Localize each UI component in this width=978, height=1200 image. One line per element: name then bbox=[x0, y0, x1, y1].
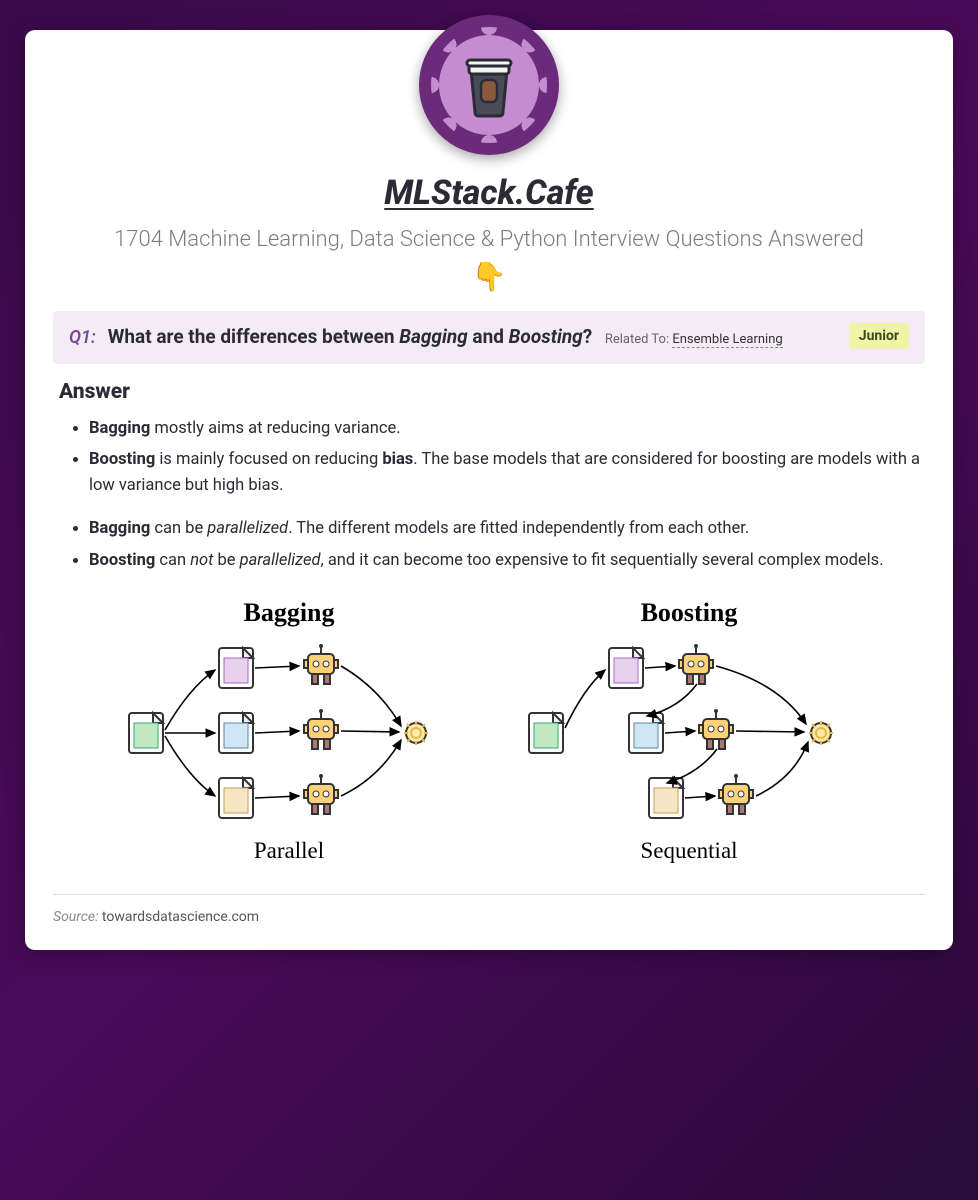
question-bar: Q1: What are the differences between Bag… bbox=[53, 311, 925, 364]
pointing-down-icon: 👇 bbox=[53, 260, 925, 293]
level-badge: Junior bbox=[849, 323, 909, 349]
answer-heading: Answer bbox=[59, 380, 925, 404]
tagline: 1704 Machine Learning, Data Science & Py… bbox=[53, 227, 925, 252]
question-text: What are the differences between Bagging… bbox=[108, 325, 597, 348]
list-item: Boosting can not be parallelized, and it… bbox=[89, 548, 925, 574]
question-number: Q1: bbox=[69, 327, 96, 348]
related-to: Related To: Ensemble Learning bbox=[605, 332, 783, 348]
site-title: MLStack.Cafe bbox=[53, 173, 925, 213]
list-item: Bagging can be parallelized. The differe… bbox=[89, 516, 925, 542]
related-link[interactable]: Ensemble Learning bbox=[672, 332, 782, 348]
bagging-graphic bbox=[119, 638, 459, 828]
boosting-subtitle: Sequential bbox=[519, 838, 859, 864]
source-value: towardsdatascience.com bbox=[102, 909, 259, 925]
logo-badge bbox=[419, 15, 559, 155]
boosting-graphic bbox=[519, 638, 859, 828]
source-line: Source: towardsdatascience.com bbox=[53, 909, 925, 925]
bagging-diagram: Bagging bbox=[119, 598, 459, 864]
answer-list-2: Bagging can be parallelized. The differe… bbox=[89, 516, 925, 573]
boosting-title: Boosting bbox=[519, 598, 859, 628]
list-item: Boosting is mainly focused on reducing b… bbox=[89, 447, 925, 498]
bagging-title: Bagging bbox=[119, 598, 459, 628]
answer-body: Bagging mostly aims at reducing variance… bbox=[53, 416, 925, 574]
divider bbox=[53, 894, 925, 895]
question-body: Q1: What are the differences between Bag… bbox=[69, 323, 839, 352]
logo-scallop bbox=[431, 27, 547, 143]
bagging-subtitle: Parallel bbox=[119, 838, 459, 864]
answer-list-1: Bagging mostly aims at reducing variance… bbox=[89, 416, 925, 499]
diagram-row: Bagging bbox=[53, 598, 925, 864]
source-label: Source: bbox=[53, 909, 98, 925]
boosting-diagram: Boosting bbox=[519, 598, 859, 864]
logo-container bbox=[53, 15, 925, 155]
list-item: Bagging mostly aims at reducing variance… bbox=[89, 416, 925, 442]
content-card: MLStack.Cafe 1704 Machine Learning, Data… bbox=[25, 30, 953, 950]
